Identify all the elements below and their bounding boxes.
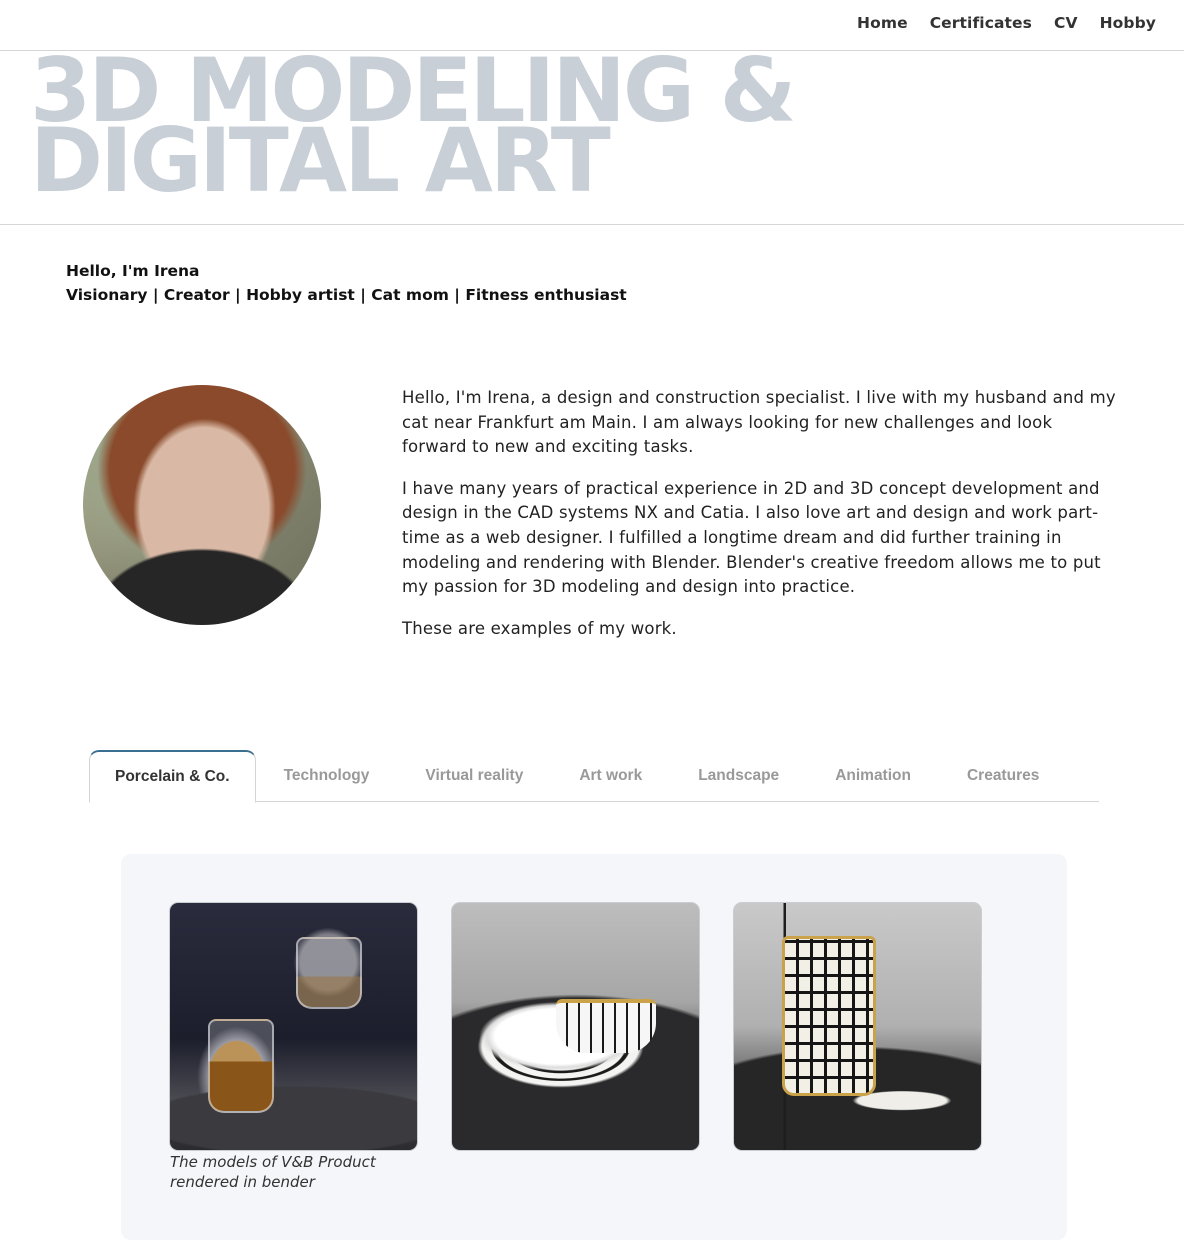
tab-porcelain[interactable]: Porcelain & Co.: [89, 750, 256, 803]
profile-portrait-image: [83, 385, 321, 625]
nav-hobby-link[interactable]: Hobby: [1100, 14, 1156, 32]
tab-animation[interactable]: Animation: [807, 750, 939, 802]
tab-creatures[interactable]: Creatures: [939, 750, 1067, 802]
tab-technology[interactable]: Technology: [256, 750, 398, 802]
cup-shape: [556, 999, 656, 1053]
nav-certificates-link[interactable]: Certificates: [930, 14, 1032, 32]
tab-art-work[interactable]: Art work: [551, 750, 670, 802]
page-title: 3D MODELING & DIGITAL ART: [30, 52, 930, 212]
about-paragraph: These are examples of my work.: [402, 618, 677, 638]
whisky-glass-shape: [208, 1019, 274, 1113]
about-paragraph: Hello, I'm Irena, a design and construct…: [402, 388, 1116, 457]
gallery-panel: The models of V&B Product rendered in be…: [121, 854, 1067, 1240]
about-text: Hello, I'm Irena, a design and construct…: [402, 386, 1122, 658]
gallery-image-glasses[interactable]: [169, 902, 418, 1151]
intro-section: Hello, I'm Irena Visionary | Creator | H…: [66, 259, 627, 307]
gallery-image-vase[interactable]: [733, 902, 982, 1151]
nav-cv-link[interactable]: CV: [1054, 14, 1078, 32]
greeting-heading: Hello, I'm Irena: [66, 262, 200, 280]
portfolio-tabs: Porcelain & Co. Technology Virtual reali…: [89, 750, 1099, 803]
top-navigation: Home Certificates CV Hobby: [0, 0, 1184, 51]
wine-glass-shape: [296, 937, 362, 1009]
tagline: Visionary | Creator | Hobby artist | Cat…: [66, 286, 627, 304]
page-title-line-2: DIGITAL ART: [30, 109, 611, 212]
hero-banner: 3D MODELING & DIGITAL ART: [0, 52, 1184, 225]
gallery-image-cup[interactable]: [451, 902, 700, 1151]
tab-landscape[interactable]: Landscape: [670, 750, 807, 802]
tab-virtual-reality[interactable]: Virtual reality: [397, 750, 551, 802]
nav-home-link[interactable]: Home: [857, 14, 908, 32]
gallery-caption: The models of V&B Product rendered in be…: [170, 1153, 376, 1191]
vase-shape: [782, 936, 876, 1096]
about-paragraph: I have many years of practical experienc…: [402, 478, 1101, 597]
